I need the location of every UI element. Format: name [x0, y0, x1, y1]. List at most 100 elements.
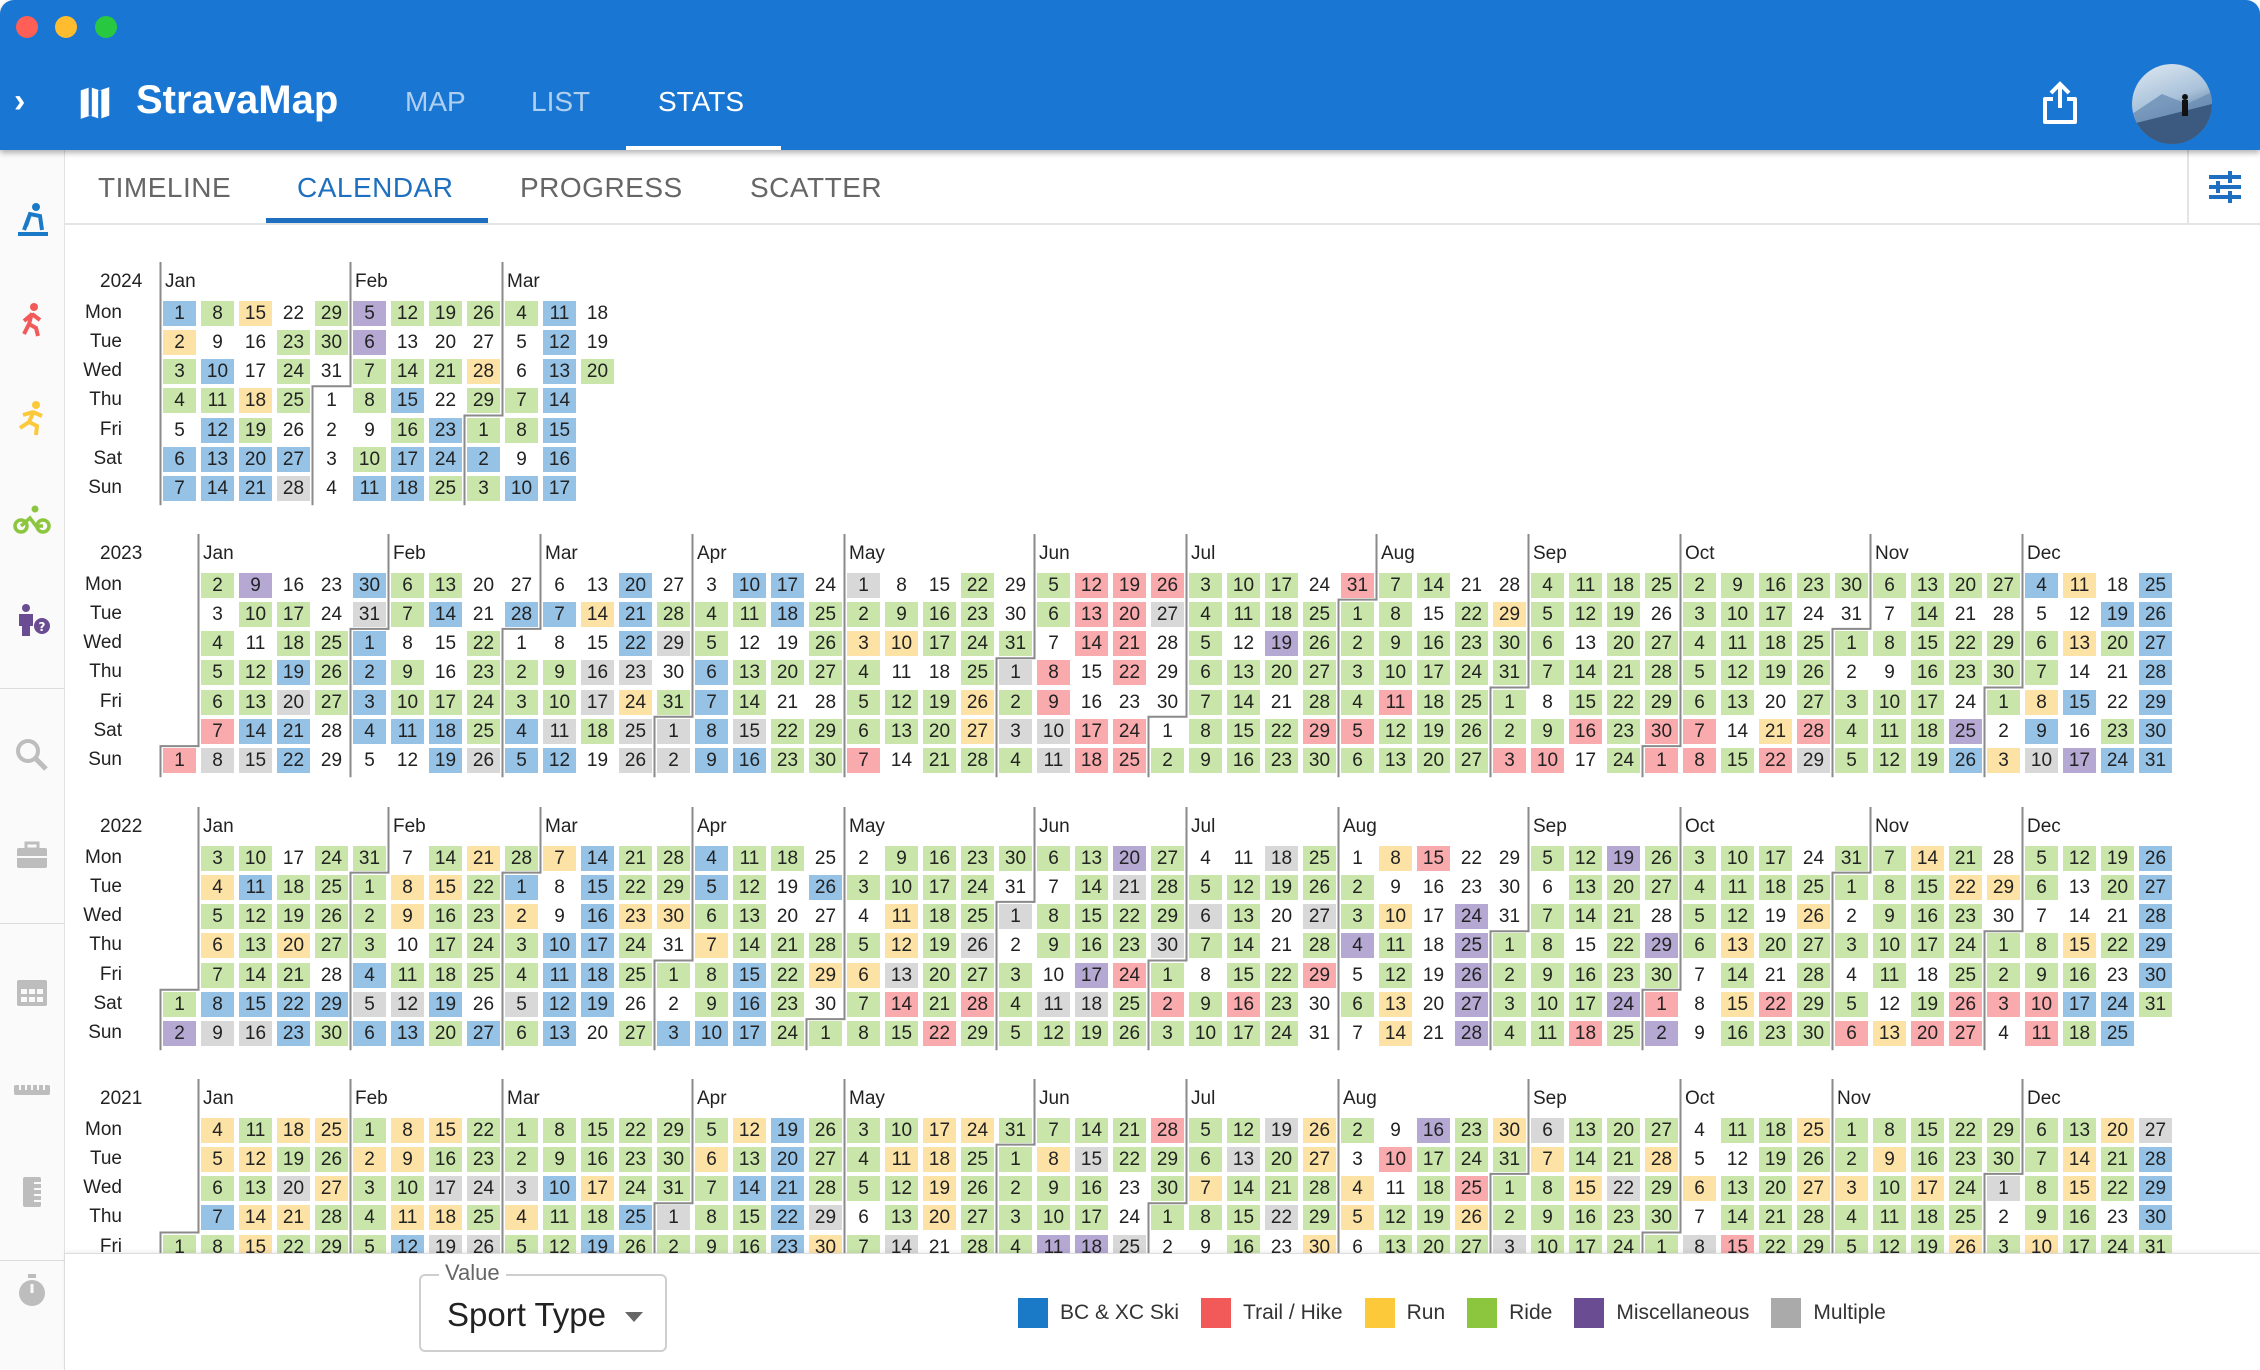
day-cell[interactable]: 3	[1151, 1021, 1184, 1047]
day-cell[interactable]: 27	[1797, 689, 1830, 715]
day-cell[interactable]: 21	[619, 601, 652, 627]
day-cell[interactable]: 29	[1987, 1117, 2020, 1143]
day-cell[interactable]: 29	[1151, 904, 1184, 930]
day-cell[interactable]: 22	[1607, 933, 1640, 959]
day-cell[interactable]: 1	[657, 719, 690, 744]
day-cell[interactable]: 25	[1949, 1205, 1982, 1231]
day-cell[interactable]: 4	[999, 992, 1032, 1017]
day-cell[interactable]: 22	[771, 962, 804, 988]
day-cell[interactable]: 5	[1683, 904, 1716, 930]
day-cell[interactable]: 28	[467, 359, 500, 385]
day-cell[interactable]: 25	[1797, 874, 1830, 900]
day-cell[interactable]: 27	[1151, 845, 1184, 871]
day-cell[interactable]: 11	[1379, 689, 1412, 715]
day-cell[interactable]: 19	[239, 417, 272, 443]
day-cell[interactable]: 13	[733, 904, 766, 930]
day-cell[interactable]: 14	[391, 359, 424, 385]
day-cell[interactable]: 18	[923, 1146, 956, 1172]
day-cell[interactable]: 27	[1303, 904, 1336, 930]
day-cell[interactable]: 22	[619, 874, 652, 900]
day-cell[interactable]: 19	[429, 992, 462, 1017]
day-cell[interactable]: 21	[2101, 660, 2134, 685]
day-cell[interactable]: 2	[1151, 1235, 1184, 1253]
day-cell[interactable]: 27	[657, 573, 690, 598]
day-cell[interactable]: 11	[239, 1117, 272, 1143]
day-cell[interactable]: 3	[847, 1117, 880, 1143]
day-cell[interactable]: 15	[581, 874, 614, 900]
day-cell[interactable]: 28	[505, 601, 538, 627]
day-cell[interactable]: 6	[1835, 1021, 1868, 1047]
day-cell[interactable]: 13	[1911, 572, 1944, 598]
day-cell[interactable]: 27	[1455, 748, 1488, 774]
day-cell[interactable]: 3	[1341, 1147, 1374, 1172]
day-cell[interactable]: 10	[885, 631, 918, 657]
day-cell[interactable]: 10	[1873, 933, 1906, 959]
day-cell[interactable]: 12	[1037, 1021, 1070, 1047]
day-cell[interactable]: 20	[2101, 1117, 2134, 1143]
day-cell[interactable]: 5	[695, 1117, 728, 1143]
day-cell[interactable]: 3	[1189, 572, 1222, 598]
day-cell[interactable]: 6	[695, 904, 728, 930]
day-cell[interactable]: 11	[543, 300, 576, 326]
day-cell[interactable]: 13	[733, 660, 766, 686]
day-cell[interactable]: 16	[581, 1146, 614, 1172]
day-cell[interactable]: 10	[885, 874, 918, 900]
day-cell[interactable]: 7	[847, 748, 880, 774]
day-cell[interactable]: 12	[1873, 1234, 1906, 1253]
day-cell[interactable]: 29	[657, 874, 690, 900]
day-cell[interactable]: 4	[1835, 963, 1868, 988]
day-cell[interactable]: 21	[1607, 904, 1640, 930]
day-cell[interactable]: 16	[277, 573, 310, 598]
day-cell[interactable]: 18	[1417, 1176, 1450, 1202]
day-cell[interactable]: 28	[1797, 962, 1830, 988]
day-cell[interactable]: 4	[695, 601, 728, 627]
day-cell[interactable]: 18	[2101, 573, 2134, 598]
day-cell[interactable]: 1	[163, 300, 196, 326]
day-cell[interactable]: 20	[1759, 1176, 1792, 1202]
day-cell[interactable]: 23	[1265, 992, 1298, 1017]
day-cell[interactable]: 20	[923, 719, 956, 744]
day-cell[interactable]: 6	[847, 1205, 880, 1230]
day-cell[interactable]: 7	[201, 962, 234, 988]
day-cell[interactable]: 30	[657, 1146, 690, 1172]
day-cell[interactable]: 9	[695, 992, 728, 1017]
day-cell[interactable]: 4	[1835, 1205, 1868, 1231]
day-cell[interactable]: 13	[1379, 748, 1412, 774]
day-cell[interactable]: 11	[391, 962, 424, 988]
day-cell[interactable]: 5	[505, 748, 538, 774]
day-cell[interactable]: 1	[1987, 1176, 2020, 1202]
day-cell[interactable]: 14	[1075, 1117, 1108, 1143]
day-cell[interactable]: 26	[619, 748, 652, 774]
day-cell[interactable]: 12	[2063, 845, 2096, 871]
day-cell[interactable]: 10	[2025, 1234, 2058, 1253]
day-cell[interactable]: 10	[1873, 689, 1906, 715]
day-cell[interactable]: 24	[467, 1176, 500, 1202]
day-cell[interactable]: 10	[1037, 1205, 1070, 1231]
day-cell[interactable]: 5	[1835, 992, 1868, 1017]
day-cell[interactable]: 21	[239, 476, 272, 502]
day-cell[interactable]: 8	[201, 300, 234, 326]
day-cell[interactable]: 4	[353, 962, 386, 988]
day-cell[interactable]: 27	[1303, 1146, 1336, 1172]
day-cell[interactable]: 8	[1189, 719, 1222, 744]
day-cell[interactable]: 8	[543, 631, 576, 656]
day-cell[interactable]: 18	[1759, 631, 1792, 657]
day-cell[interactable]: 12	[733, 1117, 766, 1143]
day-cell[interactable]: 11	[1531, 1021, 1564, 1047]
day-cell[interactable]: 23	[1607, 719, 1640, 744]
day-cell[interactable]: 5	[695, 631, 728, 657]
day-cell[interactable]: 9	[1721, 572, 1754, 598]
day-cell[interactable]: 2	[467, 447, 500, 472]
chevron-right-icon[interactable]: ›	[14, 82, 25, 121]
day-cell[interactable]: 23	[1455, 875, 1488, 900]
day-cell[interactable]: 5	[353, 748, 386, 773]
day-cell[interactable]: 21	[1113, 874, 1146, 900]
day-cell[interactable]: 3	[1683, 845, 1716, 871]
day-cell[interactable]: 27	[505, 573, 538, 598]
day-cell[interactable]: 27	[1645, 1117, 1678, 1143]
day-cell[interactable]: 30	[2139, 719, 2172, 744]
day-cell[interactable]: 18	[1417, 933, 1450, 958]
day-cell[interactable]: 18	[771, 601, 804, 627]
day-cell[interactable]: 8	[695, 1205, 728, 1231]
day-cell[interactable]: 15	[239, 1234, 272, 1253]
